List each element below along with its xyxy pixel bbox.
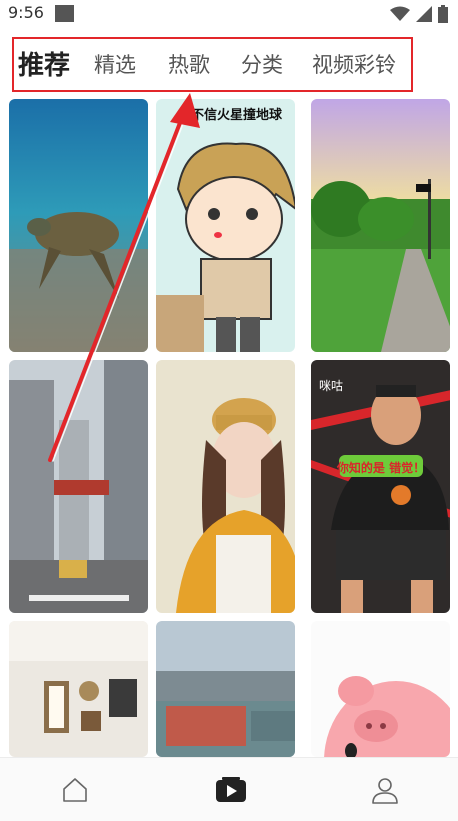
home-icon[interactable] xyxy=(61,776,89,804)
tab-featured[interactable]: 精选 xyxy=(94,49,136,79)
room-frames-image xyxy=(9,621,148,757)
video-thumbnail-cartoon-boy[interactable]: 你不信火星撞地球 xyxy=(156,99,295,352)
city-street-image xyxy=(9,360,148,613)
notification-icon xyxy=(55,5,74,22)
sea-turtle-image xyxy=(9,99,148,352)
status-time: 9:56 xyxy=(8,3,44,22)
tab-video-ringtone[interactable]: 视频彩铃 xyxy=(312,49,396,79)
video-thumbnail-girl-hat[interactable] xyxy=(156,360,295,613)
category-tab-bar: 推荐 精选 热歌 分类 视频彩铃 xyxy=(12,37,413,92)
tab-recommend[interactable]: 推荐 xyxy=(18,45,70,82)
video-thumbnail-pink-pig[interactable] xyxy=(311,621,450,757)
status-icons xyxy=(390,5,448,23)
video-thumbnail-garden-path[interactable] xyxy=(311,99,450,352)
cartoon-caption: 你不信火星撞地球 xyxy=(177,107,283,123)
tab-hot-songs[interactable]: 热歌 xyxy=(168,49,210,79)
basketball-caption: 你知的是 错觉！ xyxy=(336,460,425,475)
battery-icon xyxy=(438,5,448,23)
tab-categories[interactable]: 分类 xyxy=(241,49,283,79)
video-thumbnail-city-street[interactable] xyxy=(9,360,148,613)
garden-path-image xyxy=(311,99,450,352)
bottom-nav xyxy=(0,757,458,821)
video-thumbnail-room-frames[interactable] xyxy=(9,621,148,757)
video-thumbnail-harbor-city[interactable] xyxy=(156,621,295,757)
girl-hat-image xyxy=(156,360,295,613)
migu-logo: 咪咕 xyxy=(319,378,343,393)
video-icon[interactable] xyxy=(215,776,247,804)
cartoon-boy-image: 你不信火星撞地球 xyxy=(156,99,295,352)
status-bar: 9:56 xyxy=(0,0,458,28)
video-thumbnail-sea-turtle[interactable] xyxy=(9,99,148,352)
profile-icon[interactable] xyxy=(370,776,400,806)
harbor-city-image xyxy=(156,621,295,757)
basketball-man-image: 咪咕 你知的是 错觉！ xyxy=(311,360,450,613)
signal-icon xyxy=(416,6,432,22)
wifi-icon xyxy=(390,6,410,21)
video-thumbnail-basketball-man[interactable]: 咪咕 你知的是 错觉！ xyxy=(311,360,450,613)
pink-pig-image xyxy=(311,621,450,757)
